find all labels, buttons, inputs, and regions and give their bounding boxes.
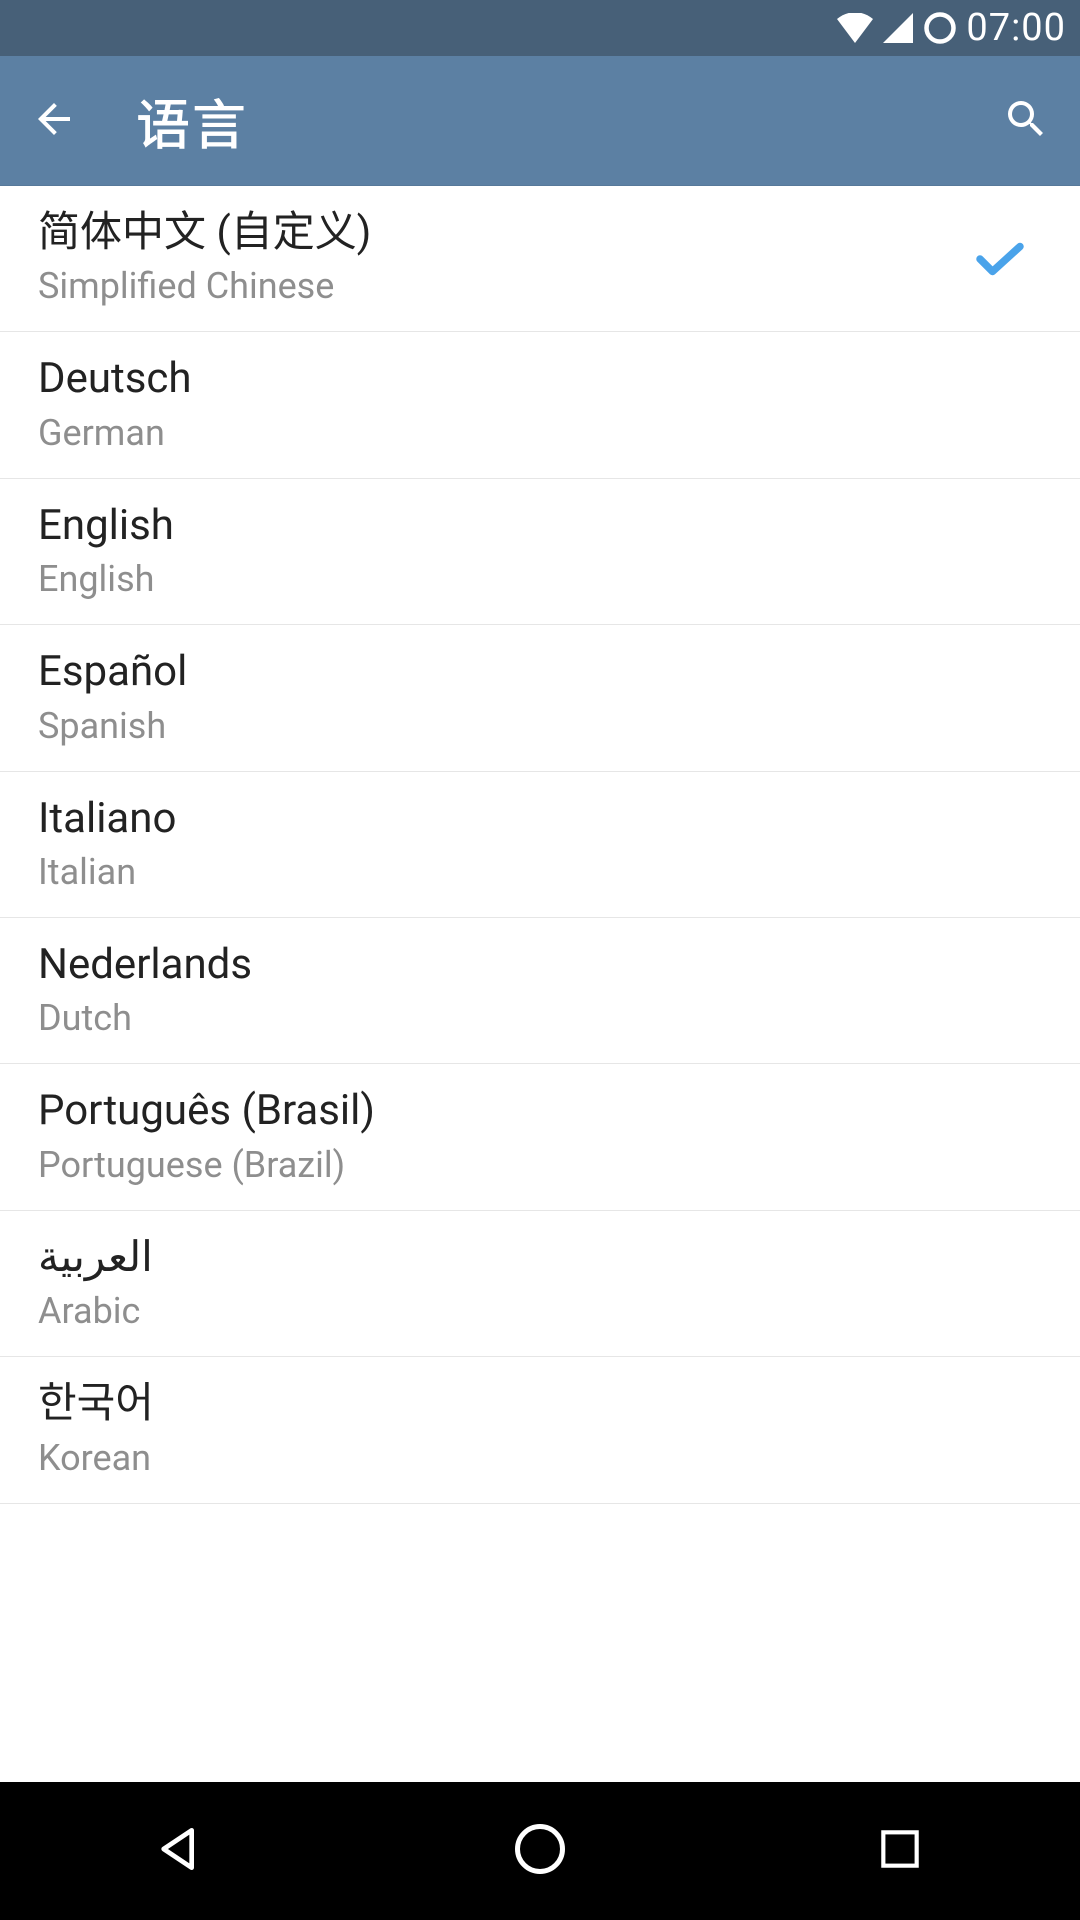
nav-back-button[interactable] (120, 1791, 240, 1911)
language-english-label: Spanish (38, 704, 1042, 749)
language-row[interactable]: Nederlands Dutch (0, 918, 1080, 1064)
cell-signal-icon (882, 13, 914, 43)
triangle-back-icon (152, 1821, 208, 1881)
system-nav-bar (0, 1782, 1080, 1920)
language-english-label: German (38, 411, 1042, 456)
language-text-group: Nederlands Dutch (38, 940, 1042, 1041)
language-text-group: Español Spanish (38, 647, 1042, 748)
language-text-group: 简体中文 (自定义) Simplified Chinese (38, 208, 970, 309)
language-english-label: Simplified Chinese (38, 264, 970, 309)
language-row[interactable]: Español Spanish (0, 625, 1080, 771)
language-english-label: Arabic (38, 1289, 1042, 1334)
circle-status-icon (922, 10, 958, 46)
language-native-label: العربية (38, 1233, 1042, 1283)
language-native-label: 简体中文 (自定义) (38, 208, 970, 258)
language-native-label: Deutsch (38, 354, 1042, 404)
language-text-group: Português (Brasil) Portuguese (Brazil) (38, 1086, 1042, 1187)
language-native-label: 한국어 (38, 1379, 1042, 1429)
language-list: 简体中文 (自定义) Simplified Chinese Deutsch Germa… (0, 186, 1080, 1782)
language-row[interactable]: 한국어 Korean (0, 1357, 1080, 1503)
language-text-group: العربية Arabic (38, 1233, 1042, 1334)
back-button[interactable] (22, 89, 86, 153)
language-text-group: 한국어 Korean (38, 1379, 1042, 1480)
language-native-label: Português (Brasil) (38, 1086, 1042, 1136)
language-row[interactable]: 简体中文 (自定义) Simplified Chinese (0, 186, 1080, 332)
language-english-label: Portuguese (Brazil) (38, 1143, 1042, 1188)
language-english-label: Italian (38, 850, 1042, 895)
language-row[interactable]: Italiano Italian (0, 772, 1080, 918)
nav-home-button[interactable] (480, 1791, 600, 1911)
circle-home-icon (510, 1819, 570, 1883)
language-native-label: Italiano (38, 794, 1042, 844)
nav-recent-button[interactable] (840, 1791, 960, 1911)
language-text-group: English English (38, 501, 1042, 602)
language-native-label: Español (38, 647, 1042, 697)
language-text-group: Italiano Italian (38, 794, 1042, 895)
language-row[interactable]: Português (Brasil) Portuguese (Brazil) (0, 1064, 1080, 1210)
page-title: 语言 (136, 81, 944, 160)
clock-text: 07:00 (966, 6, 1066, 50)
check-icon (970, 229, 1030, 289)
language-text-group: Deutsch German (38, 354, 1042, 455)
arrow-left-icon (30, 95, 78, 147)
language-native-label: Nederlands (38, 940, 1042, 990)
language-row[interactable]: العربية Arabic (0, 1211, 1080, 1357)
language-row[interactable]: Deutsch German (0, 332, 1080, 478)
language-english-label: English (38, 557, 1042, 602)
square-recent-icon (875, 1824, 925, 1878)
status-bar: 07:00 (0, 0, 1080, 56)
wifi-icon (836, 13, 874, 43)
language-native-label: English (38, 501, 1042, 551)
app-bar: 语言 (0, 56, 1080, 186)
language-row[interactable]: English English (0, 479, 1080, 625)
search-icon (1002, 95, 1050, 147)
language-english-label: Dutch (38, 996, 1042, 1041)
search-button[interactable] (994, 89, 1058, 153)
language-english-label: Korean (38, 1436, 1042, 1481)
